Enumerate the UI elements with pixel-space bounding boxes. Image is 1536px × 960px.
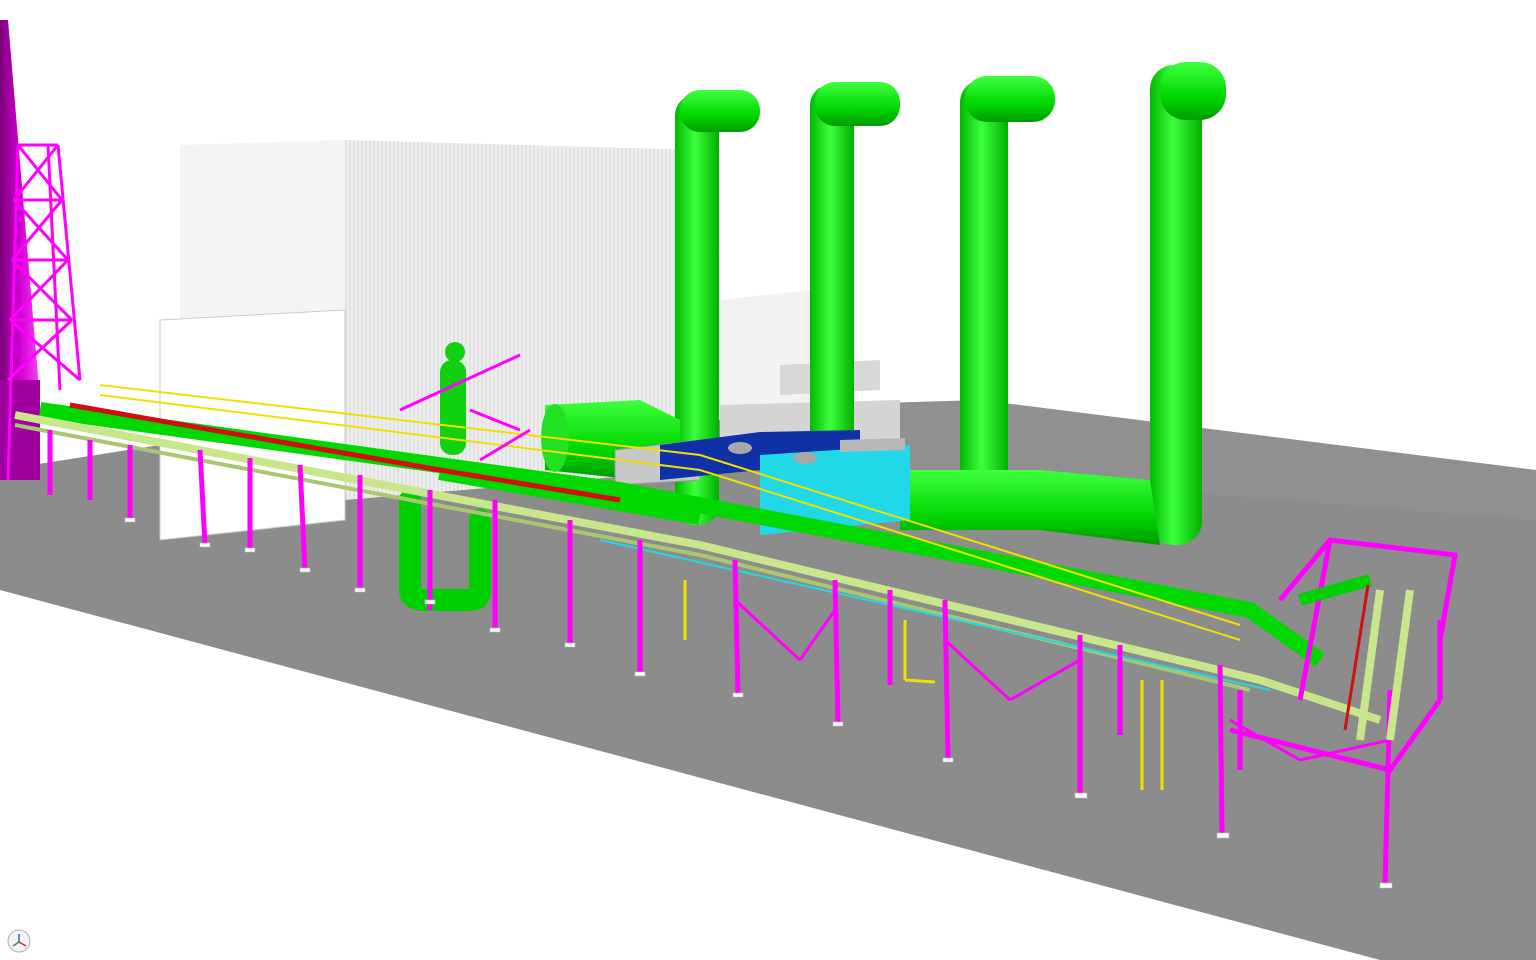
model-viewport[interactable] (0, 0, 1536, 960)
view-orientation-triad-icon[interactable] (6, 928, 32, 954)
